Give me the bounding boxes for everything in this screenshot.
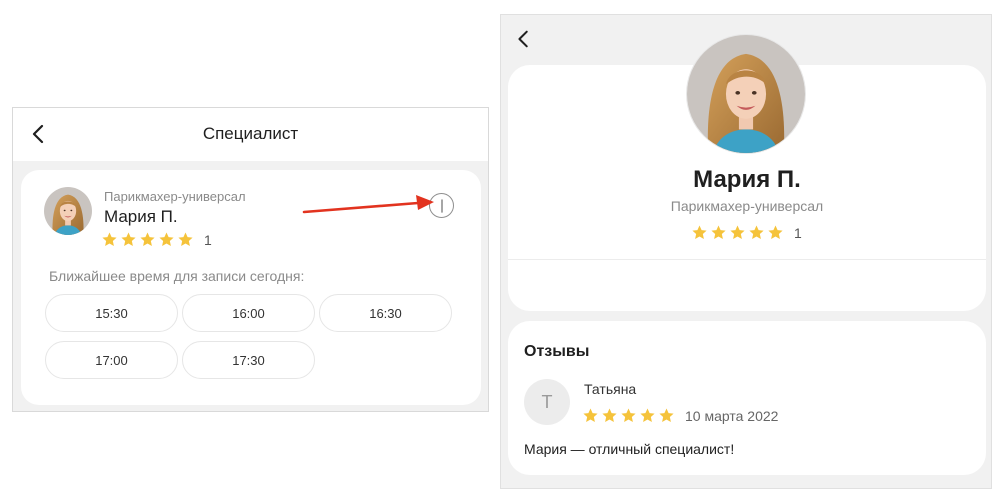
- rating: 1: [691, 224, 802, 241]
- specialist-role: Парикмахер-универсал: [104, 189, 246, 204]
- avatar: [687, 35, 805, 153]
- chevron-left-icon: [513, 27, 535, 51]
- star-icon: [729, 224, 746, 241]
- specialist-screen: Специалист Парикмахер-универсал Мария П.…: [12, 107, 489, 412]
- star-icon: [620, 407, 637, 424]
- star-icon: [748, 224, 765, 241]
- rating-count: 1: [204, 231, 212, 248]
- page-title: Специалист: [202, 124, 299, 143]
- star-icon: [177, 231, 194, 248]
- time-slot[interactable]: 17:30: [182, 341, 315, 379]
- rating: 1: [101, 231, 212, 248]
- star-icon: [120, 231, 137, 248]
- review-text: Мария — отличный специалист!: [524, 441, 735, 457]
- back-button[interactable]: [513, 27, 535, 51]
- reviewer-name: Татьяна: [584, 381, 637, 397]
- slots-label: Ближайшее время для записи сегодня:: [49, 268, 305, 284]
- rating-count: 1: [794, 224, 802, 241]
- profile-role: Парикмахер-универсал: [670, 198, 824, 214]
- divider: [508, 259, 986, 260]
- star-icon: [767, 224, 784, 241]
- star-icon: [710, 224, 727, 241]
- reviews-title: Отзывы: [524, 343, 590, 360]
- reviews-card: Отзывы Т Татьяна 10 марта 2022 Мария — о…: [508, 321, 986, 475]
- profile-name: Мария П.: [693, 166, 801, 193]
- header: Специалист: [13, 108, 488, 161]
- time-slot[interactable]: 17:00: [45, 341, 178, 379]
- time-slot[interactable]: 16:30: [319, 294, 452, 332]
- profile-screen: Мария П. Парикмахер-универсал 1 Отзывы Т…: [500, 14, 992, 489]
- star-icon: [658, 407, 675, 424]
- star-icon: [639, 407, 656, 424]
- time-slot[interactable]: 16:00: [182, 294, 315, 332]
- specialist-name: Мария П.: [104, 207, 178, 226]
- annotation-arrow: [302, 195, 434, 214]
- avatar[interactable]: [44, 187, 92, 235]
- review-date: 10 марта 2022: [685, 407, 779, 424]
- star-icon: [691, 224, 708, 241]
- star-icon: [101, 231, 118, 248]
- time-slot[interactable]: 15:30: [45, 294, 178, 332]
- star-icon: [601, 407, 618, 424]
- reviewer-avatar: Т: [524, 379, 570, 425]
- star-icon: [158, 231, 175, 248]
- star-icon: [582, 407, 599, 424]
- star-icon: [139, 231, 156, 248]
- review-rating: 10 марта 2022: [582, 407, 778, 424]
